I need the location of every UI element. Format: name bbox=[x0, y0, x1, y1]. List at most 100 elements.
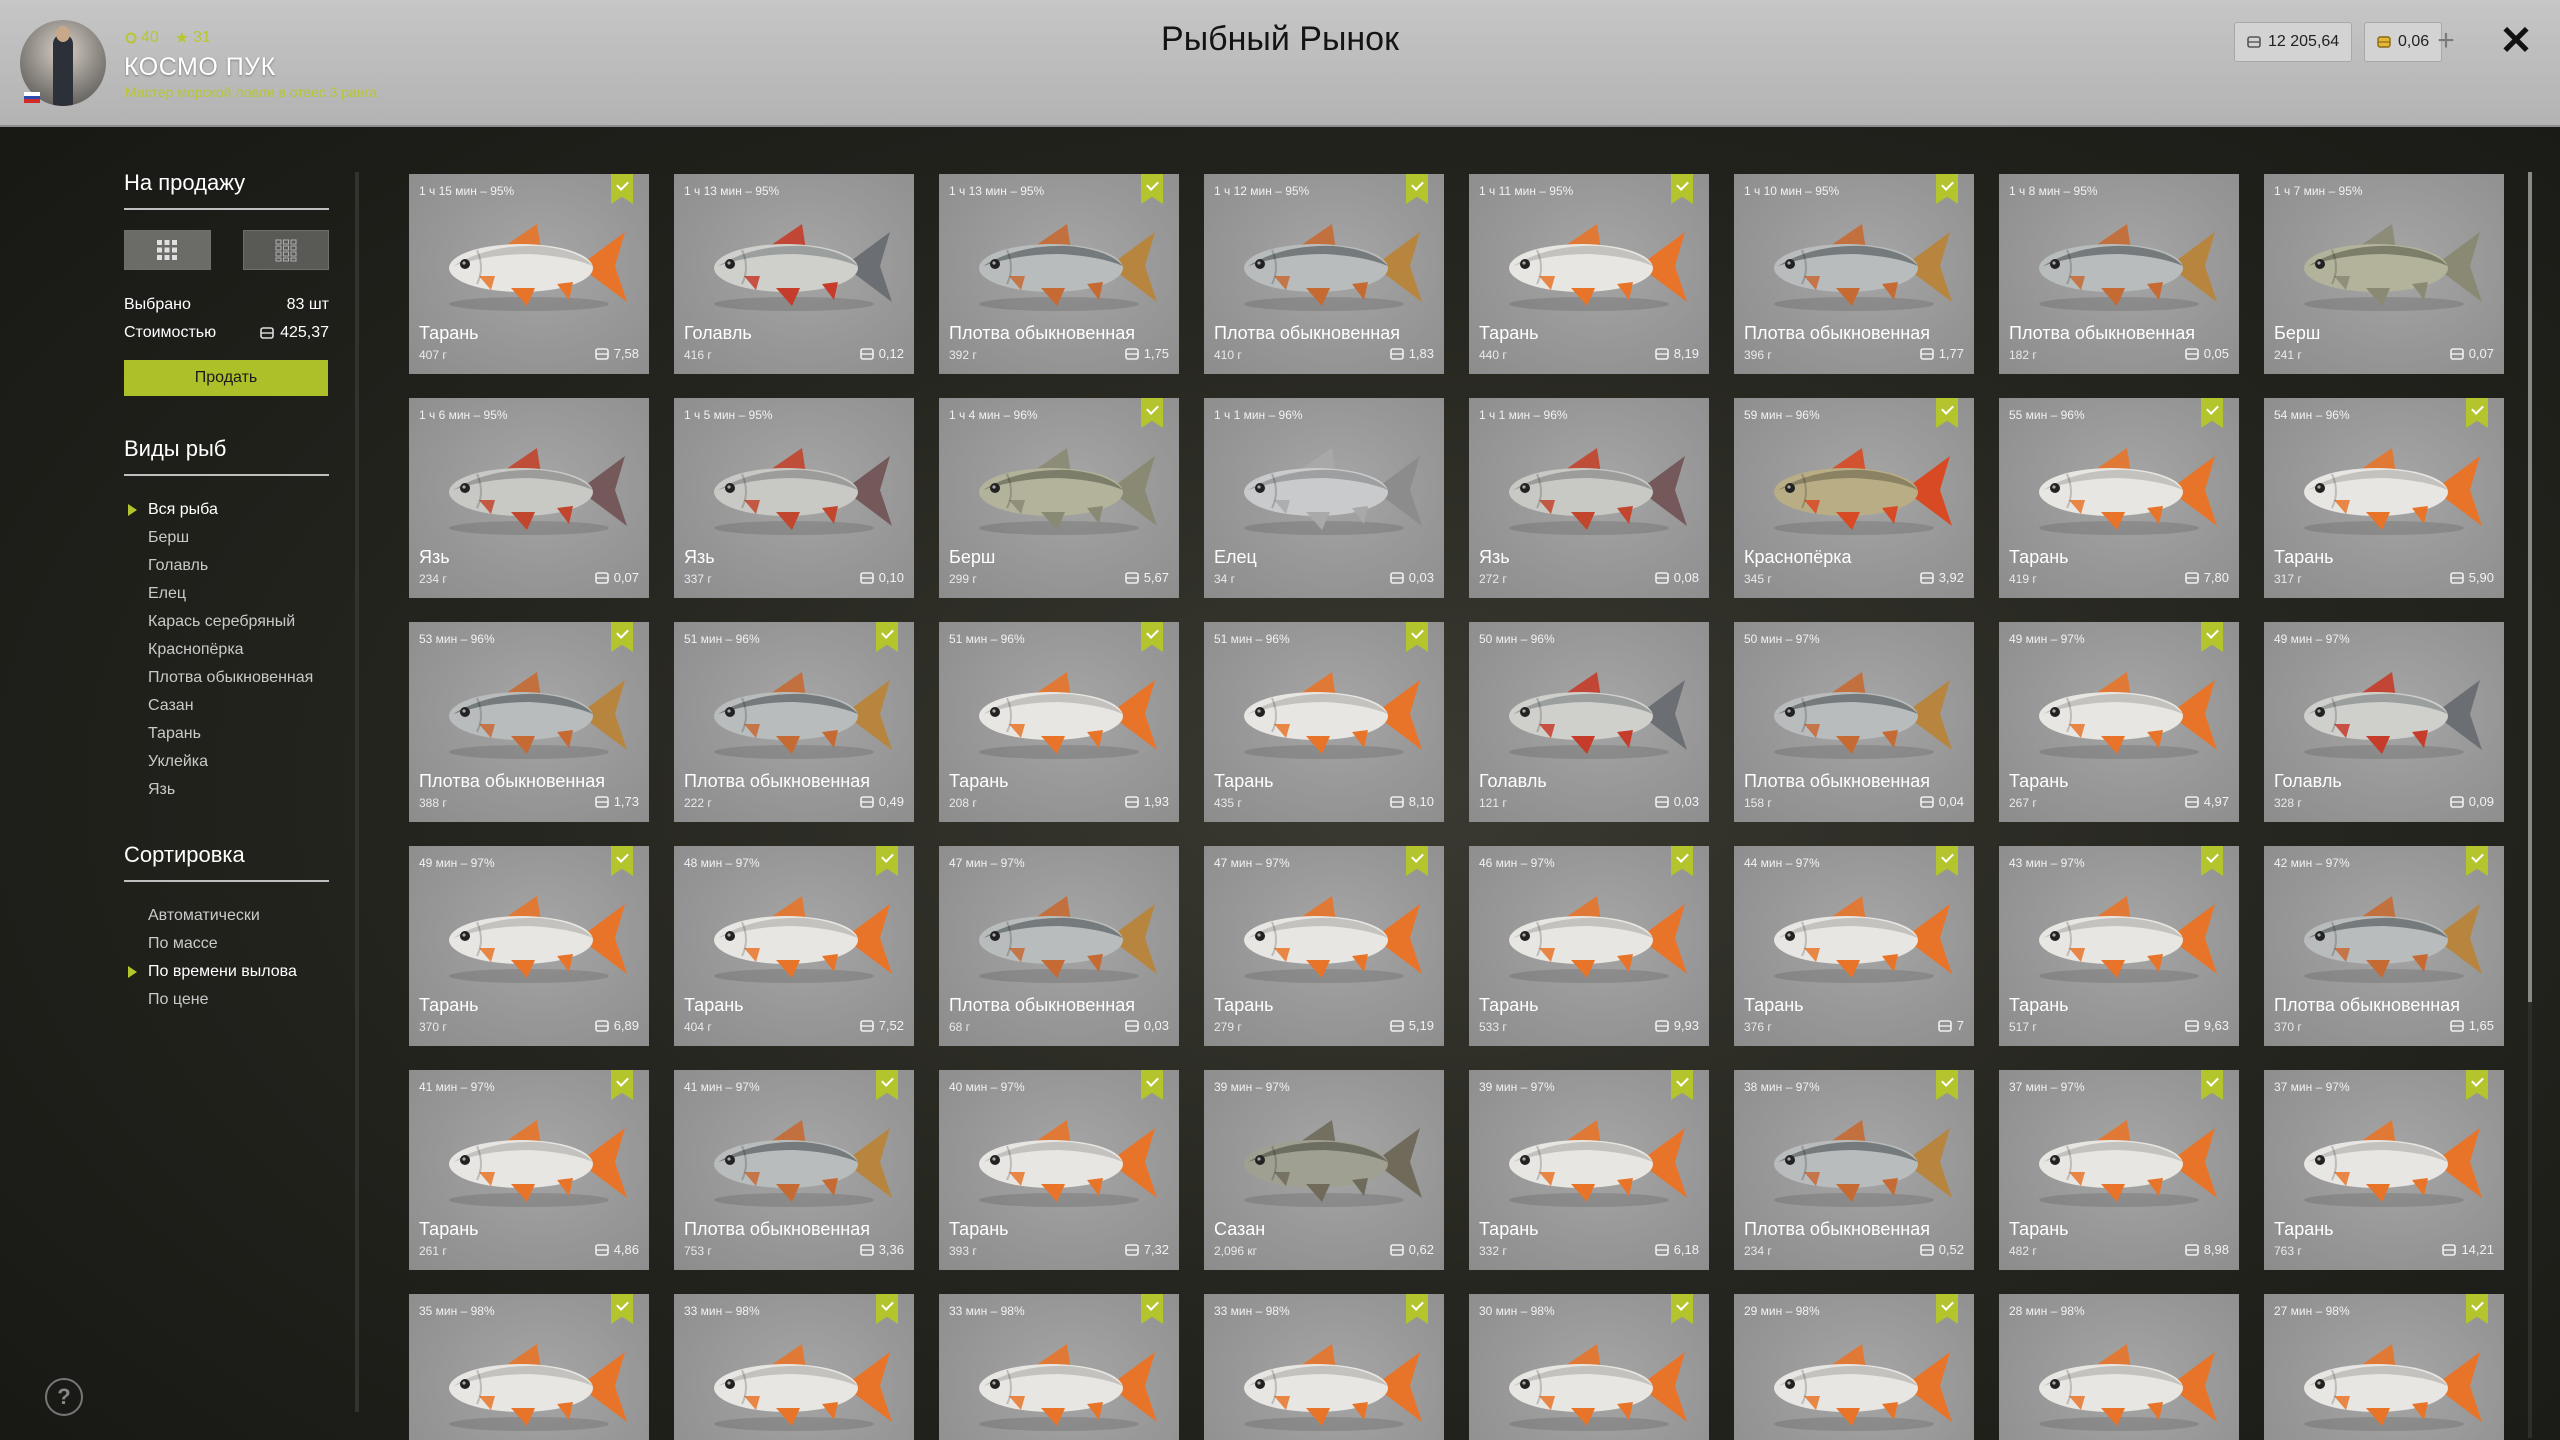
fish-card[interactable]: 40 мин – 97% Тарань 393 г 7,32 bbox=[939, 1070, 1179, 1270]
fish-card[interactable]: 54 мин – 96% Тарань 317 г 5,90 bbox=[2264, 398, 2504, 598]
selected-bookmark-icon[interactable] bbox=[1141, 1070, 1163, 1100]
selected-bookmark-icon[interactable] bbox=[2466, 846, 2488, 876]
sort-option-item[interactable]: По времени вылова bbox=[124, 958, 329, 986]
selected-bookmark-icon[interactable] bbox=[1671, 846, 1693, 876]
species-filter-item[interactable]: Карась серебряный bbox=[124, 608, 329, 636]
fish-card[interactable]: 1 ч 13 мин – 95% Плотва обыкновенная 392 г… bbox=[939, 174, 1179, 374]
sort-option-item[interactable]: Автоматически bbox=[124, 902, 329, 930]
fish-card[interactable]: 1 ч 5 мин – 95% Язь 337 г 0,10 bbox=[674, 398, 914, 598]
fish-card[interactable]: 1 ч 11 мин – 95% Тарань 440 г 8,19 bbox=[1469, 174, 1709, 374]
species-filter-item[interactable]: Голавль bbox=[124, 552, 329, 580]
selected-bookmark-icon[interactable] bbox=[611, 846, 633, 876]
species-filter-item[interactable]: Сазан bbox=[124, 692, 329, 720]
selected-bookmark-icon[interactable] bbox=[611, 174, 633, 204]
selected-bookmark-icon[interactable] bbox=[1406, 846, 1428, 876]
fish-card[interactable]: 1 ч 4 мин – 96% Берш 299 г 5,67 bbox=[939, 398, 1179, 598]
species-filter-item[interactable]: Краснопёрка bbox=[124, 636, 329, 664]
species-filter-item[interactable]: Елец bbox=[124, 580, 329, 608]
sort-option-item[interactable]: По цене bbox=[124, 986, 329, 1014]
selected-bookmark-icon[interactable] bbox=[2466, 1070, 2488, 1100]
close-button[interactable]: ✕ bbox=[2492, 19, 2540, 63]
selected-bookmark-icon[interactable] bbox=[876, 846, 898, 876]
fish-card[interactable]: 39 мин – 97% Сазан 2,096 кг 0,62 bbox=[1204, 1070, 1444, 1270]
fish-card[interactable]: 50 мин – 96% Голавль 121 г 0,03 bbox=[1469, 622, 1709, 822]
species-filter-item[interactable]: Язь bbox=[124, 776, 329, 804]
fish-card[interactable]: 46 мин – 97% Тарань 533 г 9,93 bbox=[1469, 846, 1709, 1046]
fish-card[interactable]: 41 мин – 97% Плотва обыкновенная 753 г 3,36 bbox=[674, 1070, 914, 1270]
selected-bookmark-icon[interactable] bbox=[876, 1070, 898, 1100]
fish-card[interactable]: 1 ч 6 мин – 95% Язь 234 г 0,07 bbox=[409, 398, 649, 598]
species-filter-item[interactable]: Берш bbox=[124, 524, 329, 552]
fish-card[interactable]: 1 ч 1 мин – 96% Язь 272 г 0,08 bbox=[1469, 398, 1709, 598]
selected-bookmark-icon[interactable] bbox=[611, 1070, 633, 1100]
fish-card[interactable]: 37 мин – 97% Тарань 763 г 14,21 bbox=[2264, 1070, 2504, 1270]
fish-card[interactable]: 55 мин – 96% Тарань 419 г 7,80 bbox=[1999, 398, 2239, 598]
fish-card[interactable]: 49 мин – 97% Тарань 267 г 4,97 bbox=[1999, 622, 2239, 822]
fish-card[interactable]: 1 ч 8 мин – 95% Плотва обыкновенная 182 г 0… bbox=[1999, 174, 2239, 374]
fish-card[interactable]: 47 мин – 97% Плотва обыкновенная 68 г 0,03 bbox=[939, 846, 1179, 1046]
selected-bookmark-icon[interactable] bbox=[1671, 1294, 1693, 1324]
species-filter-item[interactable]: Уклейка bbox=[124, 748, 329, 776]
selected-bookmark-icon[interactable] bbox=[876, 1294, 898, 1324]
species-filter-item[interactable]: Вся рыба bbox=[124, 496, 329, 524]
selected-bookmark-icon[interactable] bbox=[1936, 174, 1958, 204]
species-filter-item[interactable]: Плотва обыкновенная bbox=[124, 664, 329, 692]
selected-bookmark-icon[interactable] bbox=[2201, 398, 2223, 428]
selected-bookmark-icon[interactable] bbox=[1141, 622, 1163, 652]
selected-bookmark-icon[interactable] bbox=[2201, 1070, 2223, 1100]
sort-option-item[interactable]: По массе bbox=[124, 930, 329, 958]
fish-card[interactable]: 50 мин – 97% Плотва обыкновенная 158 г 0,04 bbox=[1734, 622, 1974, 822]
selected-bookmark-icon[interactable] bbox=[1936, 1294, 1958, 1324]
selected-bookmark-icon[interactable] bbox=[876, 622, 898, 652]
fish-card[interactable]: 35 мин – 98% bbox=[409, 1294, 649, 1440]
fish-card[interactable]: 1 ч 10 мин – 95% Плотва обыкновенная 396 г… bbox=[1734, 174, 1974, 374]
fish-card[interactable]: 51 мин – 96% Тарань 435 г 8,10 bbox=[1204, 622, 1444, 822]
fish-card[interactable]: 33 мин – 98% bbox=[674, 1294, 914, 1440]
fish-card[interactable]: 51 мин – 96% Плотва обыкновенная 222 г 0,49 bbox=[674, 622, 914, 822]
small-grid-view-button[interactable] bbox=[242, 230, 329, 270]
fish-card[interactable]: 1 ч 12 мин – 95% Плотва обыкновенная 410 г… bbox=[1204, 174, 1444, 374]
fish-card[interactable]: 42 мин – 97% Плотва обыкновенная 370 г 1,65 bbox=[2264, 846, 2504, 1046]
large-grid-view-button[interactable] bbox=[124, 230, 211, 270]
selected-bookmark-icon[interactable] bbox=[2466, 398, 2488, 428]
fish-card[interactable]: 29 мин – 98% bbox=[1734, 1294, 1974, 1440]
fish-card[interactable]: 1 ч 13 мин – 95% Голавль 416 г 0,12 bbox=[674, 174, 914, 374]
selected-bookmark-icon[interactable] bbox=[1406, 174, 1428, 204]
fish-card[interactable]: 41 мин – 97% Тарань 261 г 4,86 bbox=[409, 1070, 649, 1270]
fish-card[interactable]: 33 мин – 98% bbox=[1204, 1294, 1444, 1440]
selected-bookmark-icon[interactable] bbox=[1936, 846, 1958, 876]
fish-card[interactable]: 47 мин – 97% Тарань 279 г 5,19 bbox=[1204, 846, 1444, 1046]
selected-bookmark-icon[interactable] bbox=[1141, 174, 1163, 204]
fish-card[interactable]: 30 мин – 98% bbox=[1469, 1294, 1709, 1440]
selected-bookmark-icon[interactable] bbox=[2466, 1294, 2488, 1324]
fish-card[interactable]: 33 мин – 98% bbox=[939, 1294, 1179, 1440]
selected-bookmark-icon[interactable] bbox=[611, 1294, 633, 1324]
selected-bookmark-icon[interactable] bbox=[1406, 622, 1428, 652]
selected-bookmark-icon[interactable] bbox=[1141, 1294, 1163, 1324]
help-icon[interactable]: ? bbox=[45, 1378, 83, 1416]
fish-card[interactable]: 27 мин – 98% bbox=[2264, 1294, 2504, 1440]
fish-card[interactable]: 44 мин – 97% Тарань 376 г 7 bbox=[1734, 846, 1974, 1046]
selected-bookmark-icon[interactable] bbox=[1406, 1294, 1428, 1324]
fish-card[interactable]: 1 ч 7 мин – 95% Берш 241 г 0,07 bbox=[2264, 174, 2504, 374]
fish-card[interactable]: 1 ч 15 мин – 95% Тарань 407 г 7,58 bbox=[409, 174, 649, 374]
fish-card[interactable]: 51 мин – 96% Тарань 208 г 1,93 bbox=[939, 622, 1179, 822]
sell-button[interactable]: Продать bbox=[124, 360, 328, 396]
fish-card[interactable]: 39 мин – 97% Тарань 332 г 6,18 bbox=[1469, 1070, 1709, 1270]
fish-card[interactable]: 28 мин – 98% bbox=[1999, 1294, 2239, 1440]
scrollbar-thumb[interactable] bbox=[2528, 172, 2532, 1002]
selected-bookmark-icon[interactable] bbox=[1141, 398, 1163, 428]
selected-bookmark-icon[interactable] bbox=[1671, 174, 1693, 204]
fish-card[interactable]: 1 ч 1 мин – 96% Елец 34 г 0,03 bbox=[1204, 398, 1444, 598]
selected-bookmark-icon[interactable] bbox=[1936, 1070, 1958, 1100]
fish-card[interactable]: 49 мин – 97% Голавль 328 г 0,09 bbox=[2264, 622, 2504, 822]
fish-card[interactable]: 59 мин – 96% Краснопёрка 345 г 3,92 bbox=[1734, 398, 1974, 598]
fish-card[interactable]: 37 мин – 97% Тарань 482 г 8,98 bbox=[1999, 1070, 2239, 1270]
fish-card[interactable]: 49 мин – 97% Тарань 370 г 6,89 bbox=[409, 846, 649, 1046]
selected-bookmark-icon[interactable] bbox=[611, 622, 633, 652]
fish-card[interactable]: 43 мин – 97% Тарань 517 г 9,63 bbox=[1999, 846, 2239, 1046]
selected-bookmark-icon[interactable] bbox=[1671, 1070, 1693, 1100]
fish-card[interactable]: 38 мин – 97% Плотва обыкновенная 234 г 0,52 bbox=[1734, 1070, 1974, 1270]
selected-bookmark-icon[interactable] bbox=[2201, 622, 2223, 652]
add-currency-button[interactable]: + bbox=[2428, 22, 2464, 60]
